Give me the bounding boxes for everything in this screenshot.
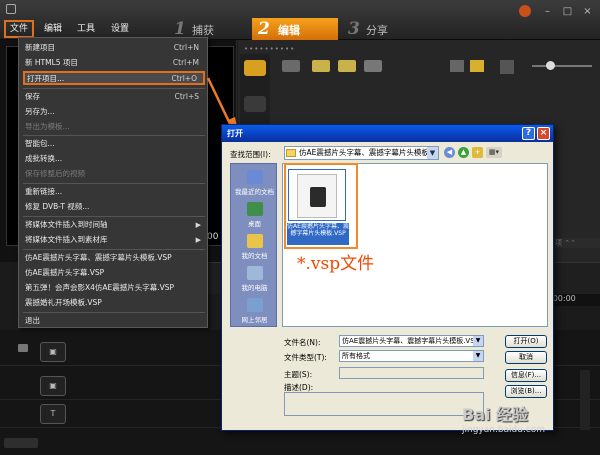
place-label: 我的文档 [241, 252, 268, 260]
dialog-titlebar: 打开 ? × [222, 125, 553, 142]
view-menu-icon[interactable]: ▦▾ [486, 147, 502, 158]
my-computer-icon [246, 266, 263, 280]
network-places-icon [246, 298, 263, 312]
new-folder-icon[interactable]: + [472, 147, 483, 158]
filetype-value: 所有格式 [342, 352, 370, 360]
close-icon[interactable]: × [537, 127, 550, 140]
baidu-logo: Bai 经验 [462, 405, 529, 424]
folder-icon [286, 149, 296, 157]
info-button[interactable]: 信息(F)... [505, 369, 547, 382]
places-bar: 我最近的文档 桌面 我的文档 我的电脑 网上邻居 [230, 163, 277, 327]
my-documents-icon [246, 234, 263, 248]
place-desktop[interactable]: 桌面 [231, 202, 278, 228]
look-in-label: 查找范围(I): [230, 150, 271, 159]
place-my-computer[interactable]: 我的电脑 [231, 266, 278, 292]
watermark-url: jingyan.baidu.com [462, 425, 546, 435]
help-icon[interactable]: ? [522, 127, 535, 140]
place-label: 我的电脑 [241, 284, 268, 292]
look-in-dropdown[interactable]: 仿AE震撼片头字幕、震撼字幕片头模板 [284, 146, 439, 160]
chevron-down-icon[interactable]: ▼ [473, 351, 483, 361]
annotation-text: *.vsp文件 [297, 254, 375, 274]
browse-button[interactable]: 浏览(B)... [505, 385, 547, 398]
chevron-down-icon[interactable]: ▼ [473, 336, 483, 346]
open-dialog: 打开 ? × 查找范围(I): 仿AE震撼片头字幕、震撼字幕片头模板 ▼ ◀ ▲… [221, 124, 554, 431]
place-label: 网上邻居 [241, 316, 268, 324]
filename-value: 仿AE震撼片头字幕、震撼字幕片头模板.VSP [342, 337, 479, 345]
chevron-down-icon[interactable]: ▼ [427, 147, 438, 159]
file-highlight-box [284, 163, 358, 249]
filename-input[interactable]: 仿AE震撼片头字幕、震撼字幕片头模板.VSP ▼ [339, 335, 484, 347]
place-recent[interactable]: 我最近的文档 [231, 170, 278, 196]
subject-input[interactable] [339, 367, 484, 379]
place-my-documents[interactable]: 我的文档 [231, 234, 278, 260]
back-icon[interactable]: ◀ [444, 147, 455, 158]
desktop-icon [246, 202, 263, 216]
place-network[interactable]: 网上邻居 [231, 298, 278, 324]
dialog-title: 打开 [227, 129, 243, 138]
subject-label: 主题(S): [284, 370, 313, 379]
place-label: 我最近的文档 [235, 188, 274, 196]
recent-docs-icon [246, 170, 263, 184]
filetype-label: 文件类型(T): [284, 353, 327, 362]
baidu-watermark: Bai 经验 jingyan.baidu.com [462, 401, 597, 441]
filename-label: 文件名(N): [284, 338, 321, 347]
filetype-select[interactable]: 所有格式 ▼ [339, 350, 484, 362]
cancel-button[interactable]: 取消 [505, 351, 547, 364]
description-input[interactable] [284, 392, 484, 416]
up-folder-icon[interactable]: ▲ [458, 147, 469, 158]
place-label: 桌面 [248, 220, 261, 228]
open-button[interactable]: 打开(O) [505, 335, 547, 348]
